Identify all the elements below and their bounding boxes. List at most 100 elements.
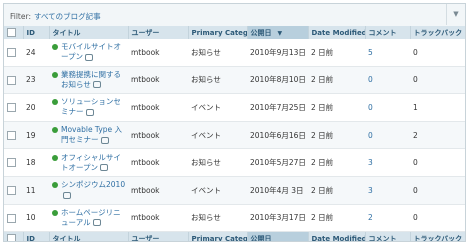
entry-trackbacks: 0 [410,176,465,205]
entry-title-link[interactable]: Movable Type 入門セミナー [61,125,122,144]
entry-category: イベント [188,93,247,122]
table-body: 24 モバイルサイトオープン mtbook お知らせ 2010年9月13日 2 日前 5 0 2… [4,39,465,233]
published-status-icon [52,127,58,134]
entry-published-date: 2010年6月16日 [247,121,308,150]
entry-comments-link[interactable]: 0 [365,93,410,122]
row-select-cell [4,66,23,95]
column-footer-title[interactable]: タイトル [49,231,129,241]
view-entry-icon[interactable] [85,53,94,61]
entry-title-cell: ホームページリニューアル [49,204,128,233]
row-select-cell [4,148,23,177]
entry-modified: 2 日前 [308,204,365,233]
column-header-published[interactable]: 公開日 ▼ [247,26,309,39]
view-entry-icon[interactable] [100,136,109,144]
entry-comments-link[interactable]: 2 [365,204,410,233]
row-checkbox[interactable] [7,130,16,140]
entry-trackbacks: 1 [410,93,465,122]
entry-id: 20 [23,93,49,122]
entry-user: mtbook [128,121,188,150]
checkbox[interactable] [7,234,16,241]
entry-modified: 2 日前 [308,93,365,122]
published-status-icon [52,99,58,106]
entry-listing-panel: Filter: すべてのブログ記事 ▼ ID タイトル ユーザー Primary … [3,3,466,242]
entry-modified: 2 日前 [308,176,365,205]
entry-trackbacks: 0 [410,148,465,177]
entry-user: mtbook [128,176,188,205]
column-header-title[interactable]: タイトル [49,26,129,39]
column-header-comments[interactable]: コメント [365,26,411,39]
row-checkbox[interactable] [7,158,16,168]
entry-trackbacks: 0 [410,66,465,95]
published-status-icon [52,71,58,78]
column-header-trackbacks[interactable]: トラックバック [410,26,465,39]
column-header-modified[interactable]: Date Modified [308,26,366,39]
header-row: ID タイトル ユーザー Primary Category 公開日 ▼ Date … [4,26,465,39]
entry-comments-link[interactable]: 0 [365,121,410,150]
entry-title-cell: モバイルサイトオープン [49,39,128,67]
entry-title-cell: Movable Type 入門セミナー [49,121,128,150]
column-footer-category[interactable]: Primary Category [188,231,248,241]
entry-published-date: 2010年5月27日 [247,148,308,177]
entry-published-date: 2010年8月10日 [247,66,308,95]
column-header-id[interactable]: ID [23,26,50,39]
select-all-checkbox[interactable] [4,26,24,39]
entry-title-link[interactable]: シンポジウム2010 [61,180,125,189]
footer-header-row: ID タイトル ユーザー Primary Category 公開日 Date M… [4,231,465,241]
published-header-label: 公開日 [250,28,272,37]
entry-id: 24 [23,39,49,67]
entry-comments-link[interactable]: 3 [365,148,410,177]
row-select-cell [4,121,23,150]
entry-modified: 2 日前 [308,148,365,177]
row-select-cell [4,176,23,205]
sort-desc-icon: ▼ [277,29,283,37]
entry-category: イベント [188,121,247,150]
view-entry-icon[interactable] [100,164,109,172]
entry-title-link[interactable]: オフィシャルサイトオープン [61,153,121,172]
entry-comments-link[interactable]: 0 [365,66,410,95]
view-entry-icon[interactable] [63,191,71,199]
checkbox[interactable] [7,28,16,37]
table-row: 11 シンポジウム2010 mtbook イベント 2010年4月 3日 2 日前 3 0 [4,176,465,205]
entry-user: mtbook [128,148,188,177]
column-footer-modified[interactable]: Date Modified [308,231,366,241]
row-checkbox[interactable] [7,186,16,196]
entry-title-link[interactable]: ホームページリニューアル [61,208,121,227]
entry-category: お知らせ [188,66,247,95]
entry-user: mtbook [128,39,188,67]
filter-value-link[interactable]: すべてのブログ記事 [34,12,101,21]
entry-title-cell: シンポジウム2010 [49,176,128,205]
column-header-category[interactable]: Primary Category [188,26,248,39]
entry-title-link[interactable]: 業務提携に関するお知らせ [61,70,121,89]
entry-trackbacks: 0 [410,204,465,233]
table-row: 24 モバイルサイトオープン mtbook お知らせ 2010年9月13日 2 日前 5 0 [4,39,465,67]
published-status-icon [52,154,58,161]
table-row: 23 業務提携に関するお知らせ mtbook お知らせ 2010年8月10日 2 日前 0 0 [4,66,465,95]
view-entry-icon[interactable] [85,108,94,116]
entry-comments-link[interactable]: 5 [365,39,410,67]
filter-toggle-icon[interactable]: ▼ [446,4,465,25]
entry-published-date: 2010年3月17日 [247,204,308,233]
published-status-icon [52,209,58,216]
column-footer-id[interactable]: ID [23,231,50,241]
entry-comments-link[interactable]: 3 [365,176,410,205]
row-checkbox[interactable] [7,103,16,113]
column-footer-trackbacks[interactable]: トラックバック [410,231,465,241]
column-footer-user[interactable]: ユーザー [128,231,189,241]
column-footer-published[interactable]: 公開日 [247,231,309,241]
column-header-user[interactable]: ユーザー [128,26,189,39]
row-checkbox[interactable] [7,75,16,85]
filter-label: Filter: すべてのブログ記事 [10,11,101,22]
row-select-cell [4,204,23,233]
entry-modified: 2 日前 [308,66,365,95]
row-checkbox[interactable] [7,48,16,58]
select-all-checkbox-bottom[interactable] [4,231,24,241]
entry-trackbacks: 2 [410,121,465,150]
view-entry-icon[interactable] [92,81,101,89]
published-status-icon [52,182,58,189]
row-checkbox[interactable] [7,213,16,223]
column-footer-comments[interactable]: コメント [365,231,411,241]
entry-title-cell: ソリューションセミナー [49,93,128,122]
view-entry-icon[interactable] [92,219,101,227]
entry-category: お知らせ [188,148,247,177]
table-row: 19 Movable Type 入門セミナー mtbook イベント 2010年6月16… [4,121,465,150]
